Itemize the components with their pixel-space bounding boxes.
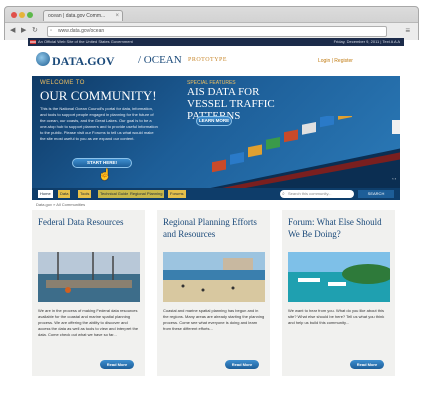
- tab-title: ocean | data.gov Comm...: [48, 13, 106, 19]
- gov-banner-text: An Official Web Site of the United State…: [38, 39, 133, 44]
- tropical-bay-image: [288, 252, 390, 302]
- card-title[interactable]: Forum: What Else Should We Be Doing?: [288, 216, 392, 240]
- login-register-link[interactable]: Login | Register: [318, 58, 353, 64]
- forum-card: Forum: What Else Should We Be Doing? We …: [282, 210, 395, 376]
- forward-icon[interactable]: ▶: [21, 27, 26, 35]
- reload-icon[interactable]: ↻: [32, 27, 38, 35]
- ocean-logo[interactable]: / OCEAN: [138, 54, 182, 66]
- address-bar[interactable]: ▫ www.data.gov/ocean: [47, 26, 387, 37]
- site-logo[interactable]: DATA.GOV: [52, 54, 115, 69]
- slider-arrows[interactable]: ‹ ›: [392, 176, 396, 181]
- nav-tab-regional-planning[interactable]: Regional Planning: [128, 190, 165, 198]
- nav-tab-forums[interactable]: Forums: [168, 190, 186, 198]
- start-here-button[interactable]: START HERE!: [72, 158, 132, 168]
- welcome-description: This is the National Ocean Council's por…: [40, 106, 158, 141]
- globe-logo-icon[interactable]: [36, 52, 50, 66]
- hero-banner: WELCOME TO OUR COMMUNITY! This is the Na…: [32, 76, 400, 188]
- minimize-window-button[interactable]: [19, 12, 25, 18]
- site-header: DATA.GOV / OCEAN PROTOTYPE Login | Regis…: [28, 46, 404, 76]
- card-description: Coastal and marine spatial planning has …: [163, 308, 265, 331]
- search-icon: ⌕: [282, 191, 285, 197]
- welcome-heading: OUR COMMUNITY!: [40, 88, 157, 103]
- beach-image: [163, 252, 265, 302]
- page-icon: ▫: [50, 28, 53, 34]
- regional-planning-card: Regional Planning Efforts and Resources …: [157, 210, 270, 376]
- search-input[interactable]: ⌕ Search this community...: [280, 190, 354, 198]
- address-url: www.data.gov/ocean: [58, 28, 105, 34]
- container-ship-image: [210, 116, 400, 188]
- read-more-button[interactable]: Read More: [225, 360, 259, 369]
- learn-more-button[interactable]: LEARN MORE: [196, 116, 232, 126]
- us-flag-icon: [30, 40, 36, 44]
- card-title[interactable]: Regional Planning Efforts and Resources: [163, 216, 267, 240]
- prototype-label: PROTOTYPE: [188, 57, 228, 63]
- mouse-cursor-icon: ☝: [98, 169, 112, 181]
- federal-data-card: Federal Data Resources We are in the pro…: [32, 210, 145, 376]
- back-icon[interactable]: ◀: [10, 27, 15, 35]
- research-vessel-image: [38, 252, 140, 302]
- welcome-kicker: WELCOME TO: [40, 80, 85, 86]
- tab-close-icon[interactable]: ×: [115, 11, 119, 21]
- close-window-button[interactable]: [11, 12, 17, 18]
- nav-tab-technical-guide[interactable]: Technical Guide: [98, 190, 131, 198]
- browser-tab[interactable]: ocean | data.gov Comm... ×: [43, 10, 123, 21]
- read-more-button[interactable]: Read More: [350, 360, 384, 369]
- menu-icon[interactable]: ≡: [405, 26, 410, 35]
- zoom-window-button[interactable]: [27, 12, 33, 18]
- browser-window-chrome: ocean | data.gov Comm... × ◀ ▶ ↻ ▫ www.d…: [4, 6, 419, 40]
- card-description: We want to hear from you. What do you li…: [288, 308, 385, 325]
- search-button[interactable]: SEARCH: [358, 190, 394, 198]
- gov-banner-date-text-size[interactable]: Friday, December 9, 2011 | Text A A A: [334, 38, 400, 46]
- search-placeholder: Search this community...: [288, 191, 332, 196]
- nav-tab-tools[interactable]: Tools: [78, 190, 92, 198]
- gov-banner: An Official Web Site of the United State…: [28, 38, 404, 46]
- card-title[interactable]: Federal Data Resources: [38, 216, 142, 228]
- breadcrumb[interactable]: Data.gov » All Communities: [36, 202, 85, 207]
- card-description: We are in the process of making Federal …: [38, 308, 139, 337]
- nav-tab-data[interactable]: Data: [58, 190, 71, 198]
- read-more-button[interactable]: Read More: [100, 360, 134, 369]
- nav-tab-home[interactable]: Home: [38, 190, 53, 198]
